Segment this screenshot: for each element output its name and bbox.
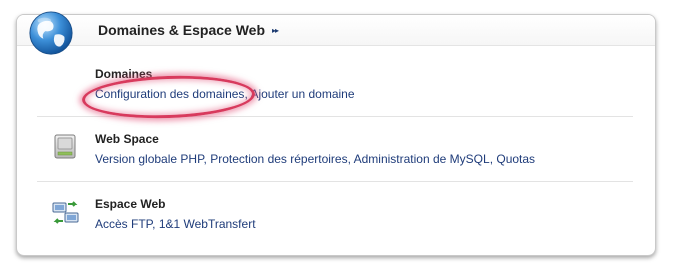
link-configuration-domaines[interactable]: Configuration des domaines <box>95 87 244 101</box>
section-title-espace-web: Espace Web <box>95 197 166 211</box>
links-espace-web: Accès FTP, 1&1 WebTransfert <box>95 217 256 231</box>
link-ajouter-domaine[interactable]: Ajouter un domaine <box>250 87 354 101</box>
file-transfer-icon <box>52 201 79 224</box>
divider <box>37 181 633 182</box>
panel-header: Domaines & Espace Web ▸▸ <box>17 15 655 46</box>
link-acces-ftp[interactable]: Accès FTP <box>95 217 152 231</box>
links-web-space: Version globale PHP, Protection des répe… <box>95 152 535 166</box>
link-quotas[interactable]: Quotas <box>496 152 535 166</box>
expand-arrow-icon[interactable]: ▸▸ <box>272 26 279 35</box>
link-webtransfert[interactable]: 1&1 WebTransfert <box>159 217 256 231</box>
link-version-php[interactable]: Version globale PHP <box>95 152 204 166</box>
hard-drive-icon <box>54 134 76 159</box>
link-separator: , <box>152 217 159 231</box>
section-title-domaines: Domaines <box>95 67 153 81</box>
link-protection-repertoires[interactable]: Protection des répertoires <box>210 152 347 166</box>
panel-title: Domaines & Espace Web <box>98 22 266 38</box>
link-administration-mysql[interactable]: Administration de MySQL <box>354 152 490 166</box>
links-domaines: Configuration des domaines, Ajouter un d… <box>95 87 355 101</box>
divider <box>37 116 633 117</box>
section-title-web-space: Web Space <box>95 132 159 146</box>
globe-icon <box>29 11 73 55</box>
domains-webspace-panel: Domaines & Espace Web ▸▸ Domaines Config… <box>16 14 656 256</box>
